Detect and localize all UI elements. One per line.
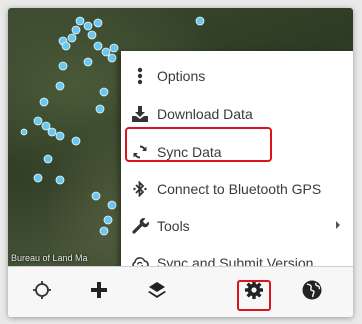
download-icon	[127, 105, 153, 123]
menu-item-label: Tools	[157, 217, 190, 234]
menu-item-label: Options	[157, 67, 206, 84]
map-point	[75, 16, 85, 26]
bluetooth-icon	[127, 180, 153, 197]
map-point	[103, 215, 113, 225]
layers-button[interactable]	[137, 267, 177, 317]
bottom-toolbar	[8, 266, 353, 317]
crosshair-icon	[32, 280, 52, 305]
app-frame: Bureau of Land Ma Options Download Data …	[8, 8, 353, 317]
map-point	[47, 127, 57, 137]
map-point	[61, 41, 71, 51]
locate-button[interactable]	[22, 267, 62, 317]
map-point	[71, 25, 81, 35]
menu-item-connect-bluetooth-gps[interactable]: Connect to Bluetooth GPS	[121, 170, 353, 207]
map-point	[93, 18, 103, 28]
map-point	[99, 226, 109, 236]
map-point	[99, 87, 109, 97]
map-point	[91, 191, 101, 201]
map-point	[33, 173, 43, 183]
map-point	[107, 53, 117, 63]
menu-item-tools[interactable]: Tools	[121, 207, 353, 244]
submenu-arrow-icon	[336, 221, 340, 229]
map-point	[109, 43, 119, 53]
map-point	[58, 61, 68, 71]
map-point	[195, 16, 205, 26]
map-point	[20, 128, 28, 136]
plus-icon	[89, 280, 109, 305]
map-point	[33, 116, 43, 126]
vertical-dots-icon	[127, 67, 153, 85]
map-point	[55, 81, 65, 91]
menu-item-label: Download Data	[157, 105, 253, 122]
map-point	[43, 154, 53, 164]
map-attribution: Bureau of Land Ma	[11, 253, 88, 263]
map-point	[87, 30, 97, 40]
map-point	[67, 33, 77, 43]
map-point	[39, 97, 49, 107]
map-point	[55, 131, 65, 141]
map-point	[95, 104, 105, 114]
menu-item-options[interactable]: Options	[121, 57, 353, 94]
map-point	[93, 41, 103, 51]
map-point	[55, 175, 65, 185]
map-point	[107, 200, 117, 210]
wrench-icon	[127, 217, 153, 234]
settings-highlight	[237, 280, 271, 311]
add-feature-button[interactable]	[79, 267, 119, 317]
overflow-menu: Options Download Data Sync Data Connect …	[121, 51, 353, 279]
map-point	[101, 47, 111, 57]
globe-icon	[301, 279, 323, 306]
map-point	[83, 21, 93, 31]
map-point	[83, 57, 93, 67]
basemap-button[interactable]	[292, 267, 332, 317]
layers-icon	[147, 280, 167, 305]
map-point	[41, 121, 51, 131]
map-point	[71, 136, 81, 146]
sync-data-highlight	[125, 127, 272, 162]
menu-item-label: Connect to Bluetooth GPS	[157, 180, 322, 197]
